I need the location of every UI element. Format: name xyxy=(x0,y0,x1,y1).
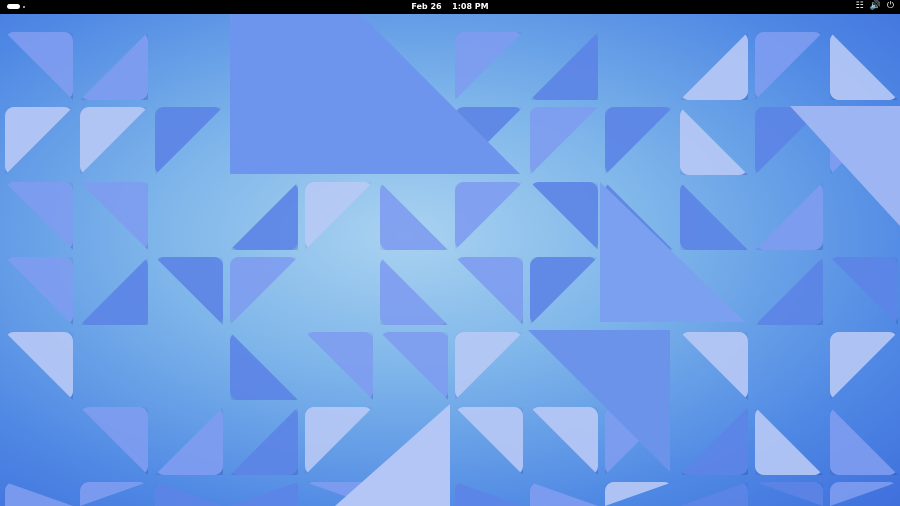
wallpaper-tile xyxy=(380,332,448,400)
wallpaper-tile xyxy=(305,182,373,250)
wallpaper-tile xyxy=(455,332,523,400)
wallpaper-tile xyxy=(380,182,448,250)
wallpaper-tile xyxy=(755,257,823,325)
date-label: Feb 26 xyxy=(411,2,442,11)
wallpaper-tile xyxy=(155,482,223,506)
wallpaper-tile xyxy=(5,32,73,100)
wallpaper-tile xyxy=(230,182,298,250)
wallpaper-tile xyxy=(530,482,598,506)
wallpaper-tile xyxy=(80,482,148,506)
wallpaper-tile xyxy=(530,107,598,175)
wallpaper-tile xyxy=(5,257,73,325)
wallpaper-tile xyxy=(530,407,598,475)
wallpaper-tile xyxy=(80,32,148,100)
wallpaper-tile xyxy=(530,182,598,250)
wallpaper-tile xyxy=(80,407,148,475)
wallpaper-tile xyxy=(605,107,673,175)
wallpaper-tile xyxy=(830,407,898,475)
wallpaper-tile xyxy=(830,257,898,325)
wallpaper-tile xyxy=(230,482,298,506)
wallpaper-tile xyxy=(155,257,223,325)
wallpaper-tile xyxy=(155,107,223,175)
wallpaper-tile xyxy=(455,182,523,250)
wallpaper-tile xyxy=(305,332,373,400)
volume-icon: 🔊 xyxy=(869,1,881,11)
wallpaper-tile xyxy=(230,407,298,475)
wallpaper-tile xyxy=(680,32,748,100)
wallpaper-tile xyxy=(680,407,748,475)
wallpaper-tile xyxy=(680,482,748,506)
wallpaper-tile xyxy=(380,257,448,325)
wallpaper-tile xyxy=(5,332,73,400)
system-tray[interactable]: ☷ 🔊 ⏻ xyxy=(856,1,894,11)
wallpaper-tile xyxy=(530,257,598,325)
wallpaper-tile xyxy=(605,482,673,506)
wallpaper-tile xyxy=(80,257,148,325)
desktop-wallpaper[interactable] xyxy=(0,14,900,506)
power-icon: ⏻ xyxy=(886,1,894,11)
wallpaper-tile xyxy=(305,407,373,475)
wallpaper-tile xyxy=(80,107,148,175)
time-label: 1:08 PM xyxy=(452,2,489,11)
wallpaper-tile xyxy=(455,32,523,100)
network-icon: ☷ xyxy=(855,1,864,11)
wallpaper-tile xyxy=(680,182,748,250)
wallpaper-tile xyxy=(5,107,73,175)
wallpaper-tile xyxy=(755,482,823,506)
wallpaper-tile xyxy=(755,182,823,250)
wallpaper-tile xyxy=(80,182,148,250)
wallpaper-tile xyxy=(755,32,823,100)
wallpaper-tile xyxy=(455,407,523,475)
wallpaper-tile xyxy=(155,407,223,475)
wallpaper-tile xyxy=(830,32,898,100)
wallpaper-tile xyxy=(530,32,598,100)
wallpaper-tile xyxy=(755,407,823,475)
clock-button[interactable]: Feb 26 1:08 PM xyxy=(0,2,900,11)
wallpaper-tile xyxy=(830,482,898,506)
top-bar: Feb 26 1:08 PM ☷ 🔊 ⏻ xyxy=(0,0,900,14)
wallpaper-tile xyxy=(455,482,523,506)
wallpaper-tile xyxy=(5,182,73,250)
wallpaper-large-triangle xyxy=(528,330,670,472)
wallpaper-tile xyxy=(230,332,298,400)
wallpaper-tile xyxy=(5,482,73,506)
wallpaper-tile xyxy=(230,257,298,325)
wallpaper-tile xyxy=(680,332,748,400)
wallpaper-tile xyxy=(830,332,898,400)
wallpaper-large-triangle xyxy=(600,182,745,322)
wallpaper-tile xyxy=(680,107,748,175)
wallpaper-tile xyxy=(455,257,523,325)
